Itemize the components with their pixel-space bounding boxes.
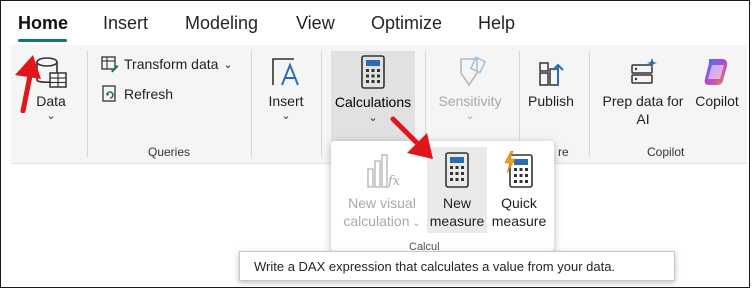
publish-button-label: Publish xyxy=(528,93,574,109)
calculator-icon xyxy=(445,152,469,188)
quick-measure-label-line1: Quick xyxy=(501,195,537,211)
copilot-group-label: Copilot xyxy=(647,145,685,159)
tab-home[interactable]: Home xyxy=(18,13,68,34)
refresh-icon xyxy=(102,85,116,102)
group-divider xyxy=(321,51,322,157)
transform-data-button[interactable]: Transform data ⌄ xyxy=(101,55,233,73)
chevron-down-icon: ⌄ xyxy=(281,110,291,122)
calculator-icon xyxy=(361,55,385,89)
copilot-icon xyxy=(704,59,728,85)
chevron-down-icon: ⌄ xyxy=(465,110,475,122)
prep-data-label-line1: Prep data for xyxy=(602,93,684,109)
active-tab-indicator xyxy=(18,39,67,42)
table-edit-icon xyxy=(101,56,119,73)
tab-optimize[interactable]: Optimize xyxy=(371,13,442,34)
new-measure-tooltip: Write a DAX expression that calculates a… xyxy=(239,251,675,281)
sensitivity-label-icon xyxy=(460,56,487,87)
new-measure-label-line2: measure xyxy=(429,213,485,229)
ribbon-tab-bar: Home Insert Modeling View Optimize Help xyxy=(1,1,749,45)
group-divider xyxy=(589,51,590,157)
tab-insert[interactable]: Insert xyxy=(103,13,148,34)
insert-button-label: Insert xyxy=(268,93,304,109)
text-box-icon xyxy=(272,58,299,86)
copilot-button-label: Copilot xyxy=(695,93,739,109)
refresh-label: Refresh xyxy=(124,86,174,102)
tab-help[interactable]: Help xyxy=(478,13,515,34)
tab-modeling[interactable]: Modeling xyxy=(185,13,258,34)
group-divider xyxy=(87,51,88,157)
tab-view[interactable]: View xyxy=(296,13,335,34)
annotation-arrow-icon xyxy=(390,116,433,159)
queries-group-label: Queries xyxy=(148,145,191,159)
svg-text:fx: fx xyxy=(387,174,400,189)
new-visual-calculation-label-line1: New visual xyxy=(348,195,416,211)
prep-data-for-ai-button[interactable]: Prep data for AI xyxy=(595,55,691,128)
share-group-label: re xyxy=(558,145,569,159)
quick-measure-icon xyxy=(504,150,533,188)
sensitivity-button[interactable]: Sensitivity ⌄ xyxy=(433,55,507,122)
publish-icon xyxy=(539,62,564,86)
prep-data-label-line2: AI xyxy=(636,111,650,127)
prep-data-ai-icon xyxy=(631,58,657,84)
group-divider xyxy=(251,51,252,157)
quick-measure-button[interactable]: Quick measure xyxy=(489,150,549,230)
copilot-button[interactable]: Copilot xyxy=(687,55,747,110)
quick-measure-label-line2: measure xyxy=(491,213,547,229)
chevron-down-icon: ⌄ xyxy=(223,58,233,71)
calculations-button-label: Calculations xyxy=(334,94,412,110)
annotation-arrow-icon xyxy=(15,55,41,113)
ribbon-window: Home Insert Modeling View Optimize Help … xyxy=(0,0,750,288)
new-visual-calculation-label-line2: calculation ⌄ xyxy=(343,213,421,229)
insert-button[interactable]: Insert ⌄ xyxy=(261,55,311,122)
transform-data-label: Transform data xyxy=(124,56,219,72)
calculations-dropdown: fx New visual calculation ⌄ New measure xyxy=(331,141,554,253)
sensitivity-button-label: Sensitivity xyxy=(438,93,502,109)
new-measure-label-line1: New xyxy=(442,195,471,211)
refresh-button[interactable]: Refresh xyxy=(101,85,173,103)
publish-button[interactable]: Publish xyxy=(523,55,579,110)
